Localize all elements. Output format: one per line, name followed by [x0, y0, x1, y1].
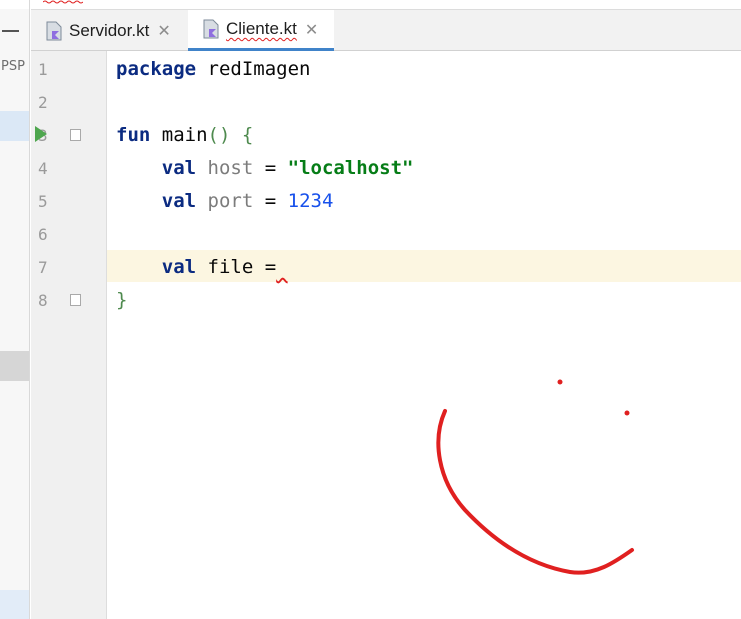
collapse-icon[interactable]: [2, 30, 19, 32]
keyword: package: [116, 58, 197, 80]
annotation-curve: [436, 409, 634, 575]
code-line-1[interactable]: package redImagen: [116, 58, 310, 80]
keyword: val: [161, 157, 197, 179]
kotlin-file-icon: [46, 21, 62, 40]
operator: =: [253, 190, 288, 212]
fold-marker-icon[interactable]: [70, 129, 81, 141]
identifier: redImagen: [196, 58, 311, 80]
number-literal: 1234: [287, 190, 334, 212]
run-gutter-icon[interactable]: [35, 126, 47, 142]
keyword: fun: [116, 124, 151, 146]
variable-name: host: [207, 157, 254, 179]
string-literal: "localhost": [287, 157, 414, 179]
tab-servidor[interactable]: Servidor.kt ✕: [45, 10, 171, 51]
keyword: val: [161, 190, 197, 212]
project-tree-row[interactable]: [0, 590, 29, 619]
line-number: 1: [38, 60, 48, 79]
code-line-5[interactable]: val port = 1234: [116, 190, 334, 212]
code-line-3[interactable]: fun main() {: [116, 124, 253, 146]
close-tab-icon[interactable]: ✕: [157, 21, 170, 40]
line-number: 4: [38, 159, 48, 178]
editor-tab-bar: Servidor.kt ✕ Cliente.kt ✕: [31, 9, 741, 51]
tab-cliente[interactable]: Cliente.kt ✕: [188, 10, 334, 51]
function-name: main: [150, 124, 208, 146]
project-tree-selection[interactable]: [0, 111, 29, 141]
kotlin-file-icon: [203, 19, 219, 39]
code-line-7[interactable]: val file =: [116, 256, 288, 278]
error-squiggle: [276, 256, 287, 278]
fold-marker-icon[interactable]: [70, 294, 81, 306]
code-line-4[interactable]: val host = "localhost": [116, 157, 414, 179]
line-number: 2: [38, 93, 48, 112]
line-number: 7: [38, 258, 48, 277]
keyword: val: [161, 256, 197, 278]
project-name[interactable]: PSP: [1, 59, 25, 74]
project-panel-top: [0, 0, 29, 9]
line-number: 6: [38, 225, 48, 244]
tab-label: Servidor.kt: [69, 20, 150, 40]
project-panel: PSP: [0, 0, 30, 619]
line-number: 5: [38, 192, 48, 211]
freehand-annotation: [436, 379, 634, 575]
brace: {: [241, 124, 254, 146]
code-line-8[interactable]: }: [116, 289, 127, 311]
brace: }: [116, 289, 128, 311]
annotation-dot: [557, 379, 563, 385]
error-squiggle-icon: [43, 0, 83, 4]
parens: (): [207, 124, 231, 146]
line-number: 8: [38, 291, 48, 310]
project-tree-row[interactable]: [0, 351, 29, 381]
variable-name: port: [207, 190, 254, 212]
tab-label: Cliente.kt: [226, 19, 297, 38]
annotation-dot: [624, 410, 630, 416]
close-tab-icon[interactable]: ✕: [305, 20, 318, 39]
operator: =: [253, 157, 288, 179]
identifier: file =: [196, 256, 277, 278]
